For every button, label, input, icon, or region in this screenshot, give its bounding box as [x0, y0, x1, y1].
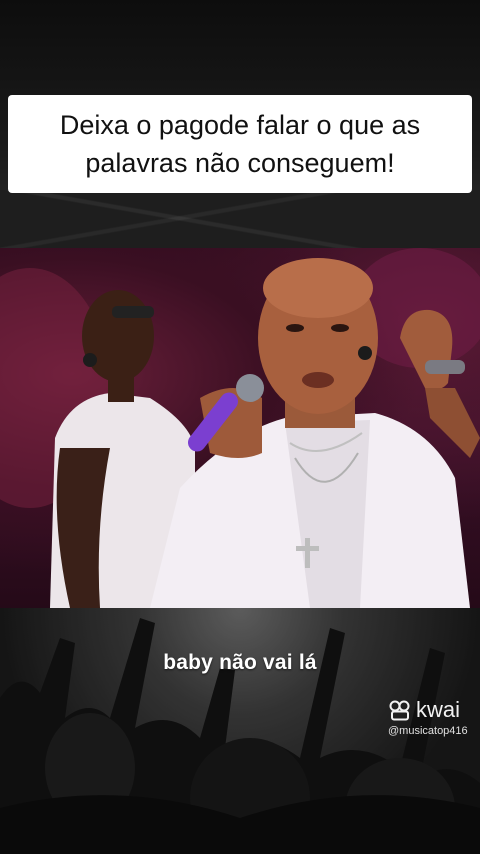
- stage-lights-strip: [0, 190, 480, 248]
- creator-handle: @musicatop416: [388, 725, 468, 737]
- kwai-wordmark: kwai: [416, 697, 461, 722]
- kwai-logo-icon: [389, 700, 410, 721]
- kwai-watermark: kwai: [388, 697, 460, 723]
- concert-photo: [0, 248, 480, 608]
- caption-text: Deixa o pagode falar o que as palavras n…: [59, 110, 421, 178]
- caption-box: Deixa o pagode falar o que as palavras n…: [8, 95, 472, 193]
- lead-singer: [150, 258, 480, 608]
- singers-illustration: [0, 248, 480, 608]
- lyric-subtitle: baby não vai lá: [163, 651, 317, 674]
